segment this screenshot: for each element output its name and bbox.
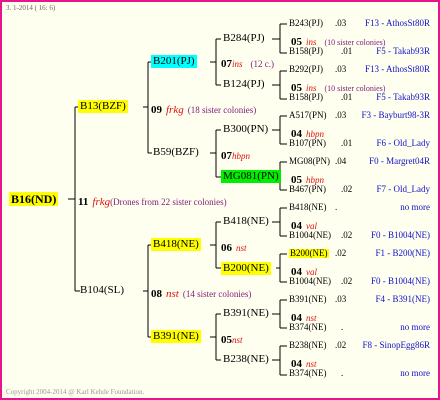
leaf-queen-b-label[interactable]: B107(PN): [289, 139, 326, 148]
b59-drone-mark: hbpn: [232, 151, 250, 161]
b13-drone-count: 09: [151, 104, 162, 116]
root-drone-info: 11 frkg(Drones from 22 sister colonies): [78, 193, 227, 209]
leaf-queen-a-value: .02: [335, 340, 347, 350]
leaf-queen-a-value: .03: [335, 110, 347, 120]
queen-b200-label[interactable]: B200(NE): [221, 262, 271, 275]
leaf-queen-b-value: .02: [341, 276, 353, 286]
leaf-queen-b-value: .02: [341, 184, 353, 194]
queen-b238-label[interactable]: B238(NE): [223, 354, 269, 365]
leaf-queen-b-label[interactable]: B374(NE): [289, 323, 327, 332]
leaf-queen-a-value: .03: [335, 294, 347, 304]
leaf-queen-a-value: .02: [335, 248, 347, 258]
leaf-queen-a-line[interactable]: no more: [352, 203, 430, 212]
leaf-queen-a-label[interactable]: B243(PJ): [289, 19, 323, 28]
leaf-queen-a-line[interactable]: F8 - SinopEgg86R: [352, 341, 430, 350]
copyright-footer: Copyright 2004-2014 @ Karl Kehde Foundat…: [6, 388, 145, 396]
b59-drone-count: 07: [221, 150, 232, 162]
leaf-queen-a-label[interactable]: B238(NE): [289, 341, 327, 350]
leaf-queen-a-label[interactable]: B292(PJ): [289, 65, 323, 74]
b13-drone-info: 09 frkg (18 sister colonies): [151, 101, 256, 117]
leaf-queen-a-label[interactable]: MG08(PN): [289, 157, 330, 166]
leaf-queen-a-line[interactable]: F4 - B391(NE): [352, 295, 431, 304]
leaf-queen-b-label[interactable]: B1004(NE): [289, 277, 331, 286]
queen-b418-label[interactable]: B418(NE): [151, 238, 201, 251]
leaf-queen-a-label[interactable]: B418(NE): [289, 203, 327, 212]
b104-drone-note: (14 sister colonies): [182, 289, 252, 299]
leaf-queen-b-label[interactable]: B374(NE): [289, 369, 327, 378]
b201-drone-info: 07ins (12 c.): [221, 55, 274, 71]
leaf-queen-b-line[interactable]: F0 - B1004(NE): [352, 231, 430, 240]
queen-b300-label[interactable]: B300(PN): [223, 124, 268, 135]
leaf-queen-b-line[interactable]: F6 - Old_Lady: [352, 139, 431, 148]
leaf-queen-a-line[interactable]: F0 - Margret04R: [352, 157, 430, 166]
b13-drone-mark: frkg: [166, 104, 184, 116]
b59-drone-info: 07hbpn: [221, 147, 250, 163]
leaf-queen-a-value: .04: [335, 156, 347, 166]
leaf-queen-a-value: .03: [335, 64, 347, 74]
b418-drone-mark: nst: [236, 243, 247, 253]
queen-b124-label[interactable]: B124(PJ): [223, 79, 265, 90]
queen-b391b-label[interactable]: B391(NE): [223, 308, 269, 319]
leaf-queen-b-value: .01: [341, 46, 353, 56]
leaf-queen-b-line[interactable]: F0 - B1004(NE): [352, 277, 430, 286]
leaf-queen-b-value: .: [341, 368, 344, 378]
leaf-queen-b-value: .02: [341, 230, 353, 240]
b418-drone-info: 06 nst: [221, 239, 247, 255]
root-queen-label[interactable]: B16(ND): [9, 192, 59, 206]
b418-drone-count: 06: [221, 242, 232, 254]
leaf-queen-b-value: .01: [341, 138, 353, 148]
queen-b418b-label[interactable]: B418(NE): [223, 216, 269, 227]
leaf-queen-b-value: .: [341, 322, 344, 332]
queen-mg081-label[interactable]: MG081(PN): [221, 170, 281, 183]
b391-drone-info: 05nst: [221, 331, 243, 347]
b13-drone-note: (18 sister colonies): [187, 105, 257, 115]
leaf-queen-a-line[interactable]: F3 - Bayburt98-3R: [352, 111, 431, 120]
b104-drone-count: 08: [151, 288, 162, 300]
leaf-queen-b-line[interactable]: F5 - Takab93R: [352, 47, 430, 56]
leaf-queen-a-label[interactable]: B391(NE): [289, 295, 327, 304]
b201-drone-note: (12 c.): [250, 59, 275, 69]
b201-drone-mark: ins: [232, 59, 243, 69]
leaf-queen-b-line[interactable]: F5 - Takab93R: [352, 93, 430, 102]
leaf-queen-b-label[interactable]: B158(PJ): [289, 93, 323, 102]
queen-b104-label[interactable]: B104(SL): [80, 285, 124, 296]
queen-b391-label[interactable]: B391(NE): [151, 330, 201, 343]
b391-drone-count: 05: [221, 334, 232, 346]
leaf-queen-a-label[interactable]: B200(NE): [289, 249, 329, 258]
queen-b284-label[interactable]: B284(PJ): [223, 33, 265, 44]
leaf-queen-b-value: .01: [341, 92, 353, 102]
queen-b59-label[interactable]: B59(BZF): [153, 147, 199, 158]
b104-drone-mark: nst: [166, 288, 179, 300]
b104-drone-info: 08 nst (14 sister colonies): [151, 285, 251, 301]
leaf-queen-b-label[interactable]: B467(PN): [289, 185, 326, 194]
leaf-queen-b-line[interactable]: F7 - Old_Lady: [352, 185, 431, 194]
b201-drone-count: 07: [221, 58, 232, 70]
queen-b13-label[interactable]: B13(BZF): [78, 100, 128, 113]
drone-count: 11: [78, 196, 89, 208]
generation-date: 3. 1-2014 ( 16: 6): [6, 4, 56, 12]
leaf-queen-b-label[interactable]: B158(PJ): [289, 47, 323, 56]
queen-b201-label[interactable]: B201(PJ): [151, 55, 197, 68]
leaf-queen-a-value: .03: [335, 18, 347, 28]
leaf-queen-a-value: .: [335, 202, 338, 212]
drone-mark: frkg: [92, 196, 111, 208]
leaf-queen-b-line[interactable]: no more: [352, 369, 430, 378]
leaf-queen-a-label[interactable]: A517(PN): [289, 111, 327, 120]
leaf-queen-b-line[interactable]: no more: [352, 323, 430, 332]
drone-note: (Drones from 22 sister colonies): [110, 197, 227, 207]
leaf-queen-b-label[interactable]: B1004(NE): [289, 231, 331, 240]
leaf-queen-a-line[interactable]: F13 - AthosSt80R: [352, 65, 430, 74]
b391-drone-mark: nst: [232, 335, 243, 345]
leaf-queen-a-line[interactable]: F1 - B200(NE): [352, 249, 431, 258]
leaf-queen-a-line[interactable]: F13 - AthosSt80R: [352, 19, 430, 28]
